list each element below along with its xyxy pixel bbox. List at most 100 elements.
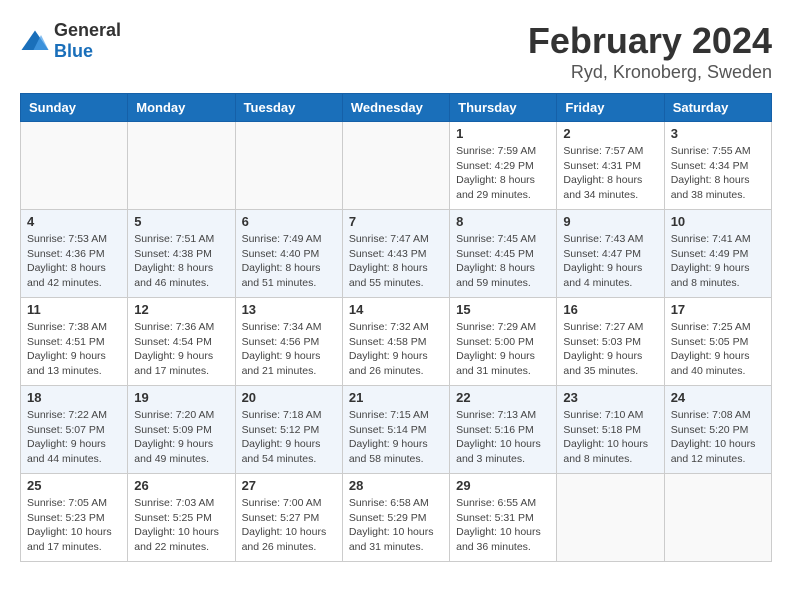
calendar-day-9: 9 Sunrise: 7:43 AM Sunset: 4:47 PM Daylig…: [557, 210, 664, 298]
day-number: 16: [563, 302, 657, 317]
day-info: Sunrise: 7:57 AM Sunset: 4:31 PM Dayligh…: [563, 144, 657, 203]
day-info: Sunrise: 7:25 AM Sunset: 5:05 PM Dayligh…: [671, 320, 765, 379]
header-saturday: Saturday: [664, 94, 771, 122]
day-number: 25: [27, 478, 121, 493]
day-info: Sunrise: 7:27 AM Sunset: 5:03 PM Dayligh…: [563, 320, 657, 379]
day-number: 9: [563, 214, 657, 229]
calendar-day-29: 29Sunrise: 6:55 AM Sunset: 5:31 PM Dayli…: [450, 474, 557, 562]
day-info: Sunrise: 7:15 AM Sunset: 5:14 PM Dayligh…: [349, 408, 443, 467]
calendar-day-15: 15Sunrise: 7:29 AM Sunset: 5:00 PM Dayli…: [450, 298, 557, 386]
day-info: Sunrise: 7:51 AM Sunset: 4:38 PM Dayligh…: [134, 232, 228, 291]
day-info: Sunrise: 7:05 AM Sunset: 5:23 PM Dayligh…: [27, 496, 121, 555]
logo-blue: Blue: [54, 41, 93, 61]
day-info: Sunrise: 7:32 AM Sunset: 4:58 PM Dayligh…: [349, 320, 443, 379]
calendar-day-14: 14 Sunrise: 7:32 AM Sunset: 4:58 PM Dayli…: [342, 298, 449, 386]
header-friday: Friday: [557, 94, 664, 122]
calendar-day-1: 1 Sunrise: 7:59 AM Sunset: 4:29 PM Daylig…: [450, 122, 557, 210]
day-number: 3: [671, 126, 765, 141]
calendar-day-20: 20 Sunrise: 7:18 AM Sunset: 5:12 PM Dayli…: [235, 386, 342, 474]
day-number: 2: [563, 126, 657, 141]
calendar-day-16: 16 Sunrise: 7:27 AM Sunset: 5:03 PM Dayli…: [557, 298, 664, 386]
day-number: 28: [349, 478, 443, 493]
calendar-day-11: 11Sunrise: 7:38 AM Sunset: 4:51 PM Dayli…: [21, 298, 128, 386]
calendar-day-13: 13 Sunrise: 7:34 AM Sunset: 4:56 PM Dayli…: [235, 298, 342, 386]
header-sunday: Sunday: [21, 94, 128, 122]
calendar-day-6: 6Sunrise: 7:49 AM Sunset: 4:40 PM Daylig…: [235, 210, 342, 298]
calendar-week-row: 18 Sunrise: 7:22 AM Sunset: 5:07 PM Dayli…: [21, 386, 772, 474]
title-section: February 2024 Ryd, Kronoberg, Sweden: [528, 20, 772, 83]
day-info: Sunrise: 7:43 AM Sunset: 4:47 PM Dayligh…: [563, 232, 657, 291]
calendar-day-empty: [128, 122, 235, 210]
header-thursday: Thursday: [450, 94, 557, 122]
day-number: 27: [242, 478, 336, 493]
calendar-header-row: SundayMondayTuesdayWednesdayThursdayFrid…: [21, 94, 772, 122]
calendar-day-23: 23 Sunrise: 7:10 AM Sunset: 5:18 PM Dayli…: [557, 386, 664, 474]
day-number: 14: [349, 302, 443, 317]
calendar-day-7: 7 Sunrise: 7:47 AM Sunset: 4:43 PM Daylig…: [342, 210, 449, 298]
calendar-day-empty: [21, 122, 128, 210]
calendar-week-row: 25 Sunrise: 7:05 AM Sunset: 5:23 PM Dayli…: [21, 474, 772, 562]
day-number: 10: [671, 214, 765, 229]
day-info: Sunrise: 7:20 AM Sunset: 5:09 PM Dayligh…: [134, 408, 228, 467]
calendar-week-row: 4Sunrise: 7:53 AM Sunset: 4:36 PM Daylig…: [21, 210, 772, 298]
day-info: Sunrise: 7:34 AM Sunset: 4:56 PM Dayligh…: [242, 320, 336, 379]
day-info: Sunrise: 7:36 AM Sunset: 4:54 PM Dayligh…: [134, 320, 228, 379]
calendar-day-24: 24Sunrise: 7:08 AM Sunset: 5:20 PM Dayli…: [664, 386, 771, 474]
day-info: Sunrise: 7:03 AM Sunset: 5:25 PM Dayligh…: [134, 496, 228, 555]
calendar-day-25: 25 Sunrise: 7:05 AM Sunset: 5:23 PM Dayli…: [21, 474, 128, 562]
main-title: February 2024: [528, 20, 772, 62]
day-number: 13: [242, 302, 336, 317]
day-info: Sunrise: 7:38 AM Sunset: 4:51 PM Dayligh…: [27, 320, 121, 379]
day-number: 4: [27, 214, 121, 229]
day-number: 6: [242, 214, 336, 229]
calendar-day-empty: [664, 474, 771, 562]
calendar-day-21: 21Sunrise: 7:15 AM Sunset: 5:14 PM Dayli…: [342, 386, 449, 474]
day-number: 1: [456, 126, 550, 141]
day-info: Sunrise: 7:00 AM Sunset: 5:27 PM Dayligh…: [242, 496, 336, 555]
day-number: 12: [134, 302, 228, 317]
day-info: Sunrise: 7:47 AM Sunset: 4:43 PM Dayligh…: [349, 232, 443, 291]
day-info: Sunrise: 6:58 AM Sunset: 5:29 PM Dayligh…: [349, 496, 443, 555]
day-number: 17: [671, 302, 765, 317]
calendar-day-17: 17 Sunrise: 7:25 AM Sunset: 5:05 PM Dayli…: [664, 298, 771, 386]
calendar-day-10: 10 Sunrise: 7:41 AM Sunset: 4:49 PM Dayli…: [664, 210, 771, 298]
calendar-day-empty: [342, 122, 449, 210]
header-monday: Monday: [128, 94, 235, 122]
calendar-day-12: 12 Sunrise: 7:36 AM Sunset: 4:54 PM Dayli…: [128, 298, 235, 386]
calendar-day-22: 22Sunrise: 7:13 AM Sunset: 5:16 PM Dayli…: [450, 386, 557, 474]
logo: General Blue: [20, 20, 121, 62]
calendar-day-5: 5 Sunrise: 7:51 AM Sunset: 4:38 PM Daylig…: [128, 210, 235, 298]
page-header: General Blue February 2024 Ryd, Kronober…: [20, 20, 772, 83]
calendar-day-4: 4Sunrise: 7:53 AM Sunset: 4:36 PM Daylig…: [21, 210, 128, 298]
calendar-day-18: 18 Sunrise: 7:22 AM Sunset: 5:07 PM Dayli…: [21, 386, 128, 474]
logo-icon: [20, 29, 50, 53]
day-info: Sunrise: 7:41 AM Sunset: 4:49 PM Dayligh…: [671, 232, 765, 291]
calendar-day-empty: [557, 474, 664, 562]
day-number: 7: [349, 214, 443, 229]
day-info: Sunrise: 7:18 AM Sunset: 5:12 PM Dayligh…: [242, 408, 336, 467]
calendar-day-28: 28 Sunrise: 6:58 AM Sunset: 5:29 PM Dayli…: [342, 474, 449, 562]
day-number: 26: [134, 478, 228, 493]
calendar-day-19: 19Sunrise: 7:20 AM Sunset: 5:09 PM Dayli…: [128, 386, 235, 474]
day-info: Sunrise: 7:13 AM Sunset: 5:16 PM Dayligh…: [456, 408, 550, 467]
day-info: Sunrise: 6:55 AM Sunset: 5:31 PM Dayligh…: [456, 496, 550, 555]
calendar-day-8: 8 Sunrise: 7:45 AM Sunset: 4:45 PM Daylig…: [450, 210, 557, 298]
calendar-table: SundayMondayTuesdayWednesdayThursdayFrid…: [20, 93, 772, 562]
calendar-day-27: 27 Sunrise: 7:00 AM Sunset: 5:27 PM Dayli…: [235, 474, 342, 562]
day-info: Sunrise: 7:22 AM Sunset: 5:07 PM Dayligh…: [27, 408, 121, 467]
day-info: Sunrise: 7:45 AM Sunset: 4:45 PM Dayligh…: [456, 232, 550, 291]
logo-general: General: [54, 20, 121, 40]
subtitle: Ryd, Kronoberg, Sweden: [528, 62, 772, 83]
day-number: 18: [27, 390, 121, 405]
logo-text: General Blue: [54, 20, 121, 62]
calendar-day-3: 3 Sunrise: 7:55 AM Sunset: 4:34 PM Daylig…: [664, 122, 771, 210]
day-info: Sunrise: 7:10 AM Sunset: 5:18 PM Dayligh…: [563, 408, 657, 467]
day-number: 5: [134, 214, 228, 229]
day-info: Sunrise: 7:55 AM Sunset: 4:34 PM Dayligh…: [671, 144, 765, 203]
day-number: 20: [242, 390, 336, 405]
header-wednesday: Wednesday: [342, 94, 449, 122]
day-number: 8: [456, 214, 550, 229]
day-number: 23: [563, 390, 657, 405]
day-info: Sunrise: 7:59 AM Sunset: 4:29 PM Dayligh…: [456, 144, 550, 203]
day-number: 24: [671, 390, 765, 405]
